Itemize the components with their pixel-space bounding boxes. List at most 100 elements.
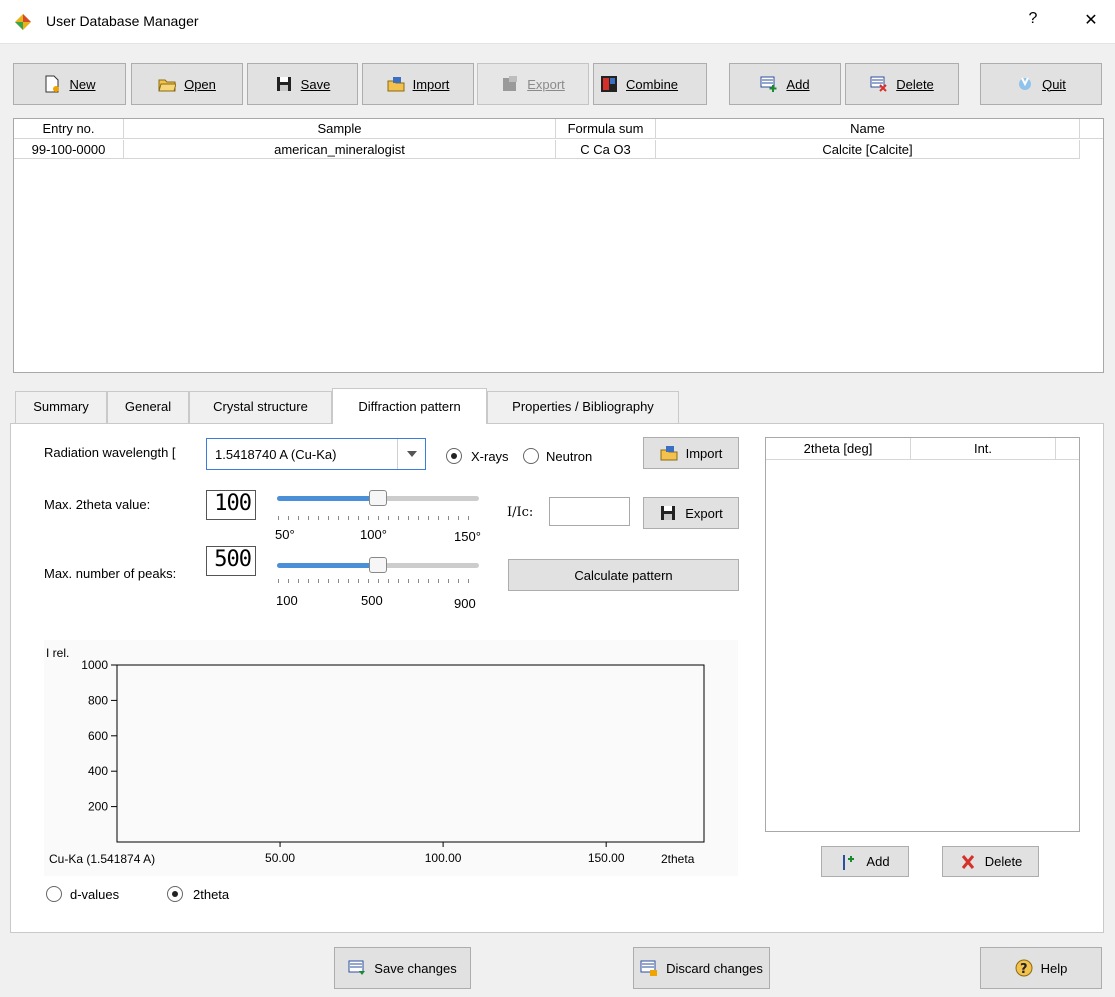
column-header-entry-no[interactable]: Entry no. [14,119,124,139]
x-axis-label: 2theta [661,852,695,866]
xrays-label: X-rays [471,449,509,464]
close-window-button[interactable]: ✕ [1076,10,1106,30]
import-pattern-label: Import [685,445,723,461]
floppy-disk-icon [276,77,291,91]
column-header-sample[interactable]: Sample [124,119,556,139]
column-header-2theta[interactable]: 2theta [deg] [766,438,911,460]
wavelength-combobox[interactable]: 1.5418740 A (Cu-Ka) [206,438,426,470]
save-changes-label: Save changes [374,960,457,976]
slider-fill [277,496,378,501]
tab-crystal-structure[interactable]: Crystal structure [189,391,332,423]
import-folder-icon [660,446,678,461]
delete-peak-button[interactable]: Delete [942,846,1039,877]
entries-table: Entry no. Sample Formula sum Name 99-100… [13,118,1104,373]
save-changes-button[interactable]: Save changes [334,947,471,989]
tab-diffraction-pattern[interactable]: Diffraction pattern [332,388,487,424]
delete-entry-button[interactable]: Delete [845,63,959,105]
window-title: User Database Manager [46,13,199,29]
combine-label: Combine [626,76,679,92]
add-entry-button[interactable]: Add [729,63,841,105]
2theta-radio[interactable] [167,886,183,902]
add-label: Add [786,76,810,92]
export-button[interactable]: Export [477,63,589,105]
cell-name: Calcite [Calcite] [656,140,1080,159]
chart-subtitle: Cu-Ka (1.541874 A) [49,852,155,866]
slider2-tick-500: 500 [361,593,383,608]
header-filler [1080,119,1103,139]
delete-peak-icon [961,854,974,869]
delete-label: Delete [896,76,934,92]
max-peaks-label: Max. number of peaks: [44,566,177,581]
neutron-label: Neutron [546,449,593,464]
combobox-divider [397,439,398,469]
peaks-table: 2theta [deg] Int. [765,437,1080,832]
add-peak-button[interactable]: Add [821,846,909,877]
slider-handle[interactable] [369,490,387,506]
calculate-pattern-button[interactable]: Calculate pattern [508,559,739,591]
open-button[interactable]: Open [131,63,243,105]
column-header-formula-sum[interactable]: Formula sum [556,119,656,139]
help-question-icon: ? [1015,959,1033,977]
tab-summary[interactable]: Summary [15,391,107,423]
tab-general[interactable]: General [107,391,189,423]
export-label: Export [527,76,565,92]
title-bar: User Database Manager ? ✕ [0,0,1115,44]
import-label: Import [412,76,450,92]
max-peaks-lcd: 500 [206,546,256,576]
save-label: Save [300,76,331,92]
y-axis-label: I rel. [46,646,69,660]
y-tick-label: 800 [88,693,108,707]
neutron-radio[interactable] [523,448,539,464]
slider-handle[interactable] [369,557,387,573]
import-pattern-button[interactable]: Import [643,437,739,469]
chart-background [44,640,738,876]
save-button[interactable]: Save [247,63,358,105]
discard-changes-label: Discard changes [666,960,763,976]
y-tick-label: 1000 [81,658,108,672]
max-2theta-lcd: 100 [206,490,256,520]
column-header-intensity[interactable]: Int. [911,438,1056,460]
help-label: Help [1040,960,1068,976]
y-tick-label: 400 [88,764,108,778]
import-button[interactable]: Import [362,63,474,105]
export-disk-icon [503,76,518,91]
y-tick-label: 200 [88,800,108,814]
new-label: New [69,76,96,92]
quit-icon [1019,77,1032,90]
wavelength-label: Radiation wavelength [ [44,445,176,460]
x-tick-label: 50.00 [265,851,295,865]
quit-label: Quit [1042,76,1066,92]
quit-button[interactable]: Quit [980,63,1102,105]
svg-text:?: ? [1020,962,1028,977]
slider-fill [277,563,378,568]
open-label: Open [184,76,216,92]
slider1-tick-50: 50° [275,527,295,542]
floppy-disk-icon [661,506,676,520]
help-button[interactable]: ? Help [980,947,1102,989]
cell-sample: american_mineralogist [124,140,556,159]
open-folder-icon [158,79,177,92]
delete-record-icon [870,76,887,92]
combine-button[interactable]: Combine [593,63,707,105]
discard-changes-button[interactable]: Discard changes [633,947,770,989]
export-pattern-label: Export [685,505,723,521]
x-tick-label: 100.00 [425,851,462,865]
slider2-tick-900: 900 [454,596,476,611]
context-help-button[interactable]: ? [1018,10,1048,28]
combine-icon [601,76,617,92]
chevron-down-icon[interactable] [407,451,417,457]
dvalues-radio[interactable] [46,886,62,902]
xrays-radio[interactable] [446,448,462,464]
ilc-input[interactable] [549,497,630,526]
export-pattern-button[interactable]: Export [643,497,739,529]
max-2theta-label: Max. 2theta value: [44,497,151,512]
new-button[interactable]: New [13,63,126,105]
add-record-icon [760,76,777,92]
discard-changes-icon [640,960,658,976]
column-header-name[interactable]: Name [656,119,1080,139]
tab-properties-bibliography[interactable]: Properties / Bibliography [487,391,679,423]
header-filler [1056,438,1079,460]
slider1-tick-100: 100° [360,527,387,542]
slider-ticks [278,516,478,520]
x-tick-label: 150.00 [588,851,625,865]
